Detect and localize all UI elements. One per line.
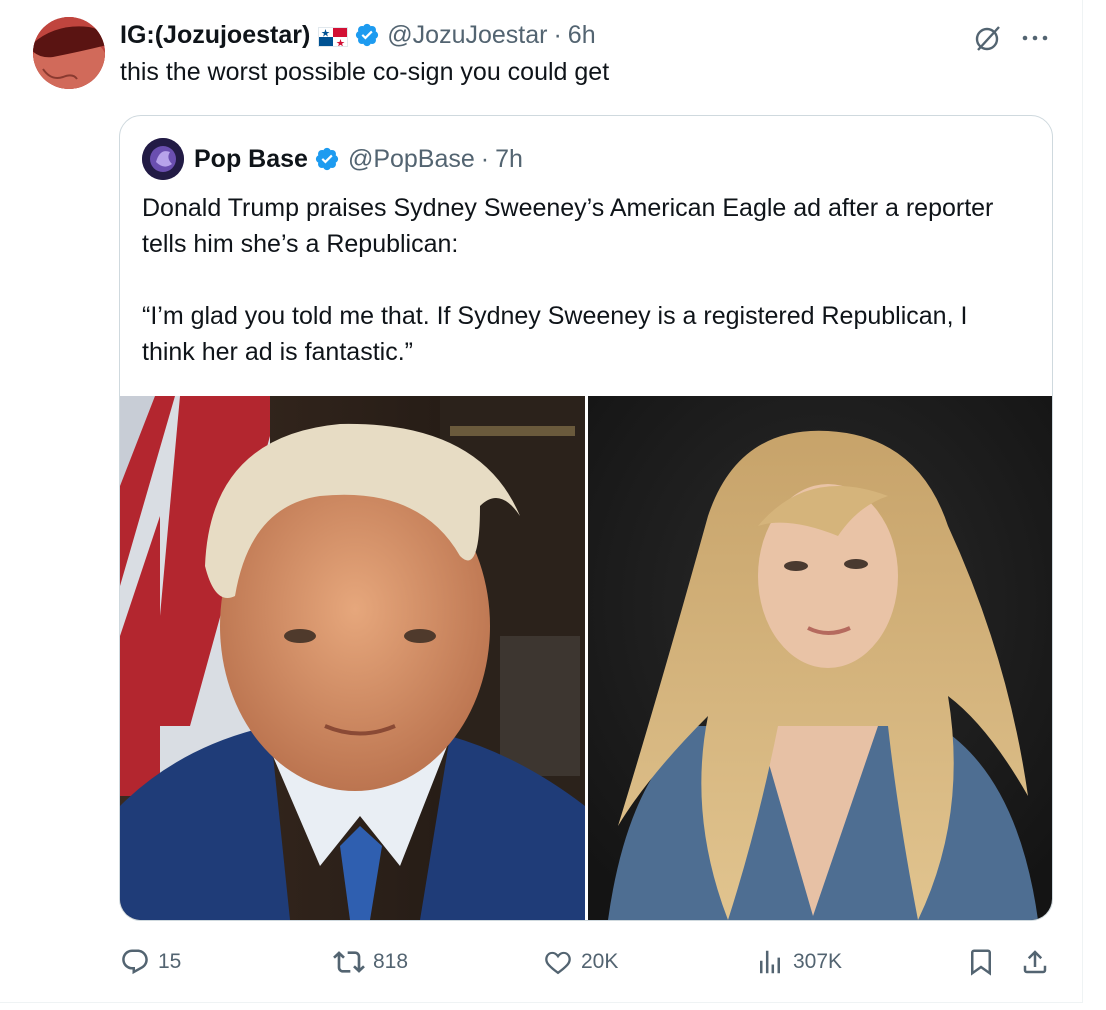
heart-icon (545, 951, 571, 975)
trump-portrait-photo[interactable] (120, 396, 585, 920)
reply-count: 15 (158, 950, 182, 973)
tweet-header: IG:(Jozujoestar) @JozuJoestar · 6h (120, 18, 596, 52)
separator-dot: · (480, 144, 490, 173)
repost-button[interactable]: 818 (333, 940, 408, 984)
quoted-tweet[interactable]: Pop Base @PopBase · 7h Donald Trump prai… (119, 115, 1053, 921)
user-avatar[interactable] (33, 17, 105, 89)
quoted-paragraph: Donald Trump praises Sydney Sweeney’s Am… (142, 194, 994, 258)
quoted-tweet-header: Pop Base @PopBase · 7h (142, 138, 523, 180)
tweet-timestamp[interactable]: 6h (568, 21, 596, 50)
verified-badge-icon[interactable] (354, 22, 380, 48)
sweeney-portrait-photo[interactable] (588, 396, 1052, 920)
user-handle[interactable]: @JozuJoestar (387, 21, 547, 50)
reply-icon (122, 949, 148, 975)
views-count: 307K (793, 950, 843, 973)
like-count: 20K (581, 950, 619, 973)
like-button[interactable]: 20K (543, 940, 618, 984)
tweet-text: this the worst possible co-sign you coul… (120, 58, 610, 86)
grok-icon[interactable] (972, 22, 1004, 54)
display-name[interactable]: IG:(Jozujoestar) (120, 21, 310, 50)
more-options-icon[interactable] (1020, 26, 1050, 50)
quoted-paragraph: “I’m glad you told me that. If Sydney Sw… (142, 302, 968, 366)
repost-icon (333, 951, 365, 973)
panama-flag-icon (318, 25, 349, 47)
bookmark-icon (971, 949, 991, 976)
analytics-icon (760, 950, 780, 974)
share-icon (1023, 950, 1047, 974)
share-button[interactable] (1020, 940, 1058, 984)
quoted-handle[interactable]: @PopBase (348, 145, 475, 174)
repost-count: 818 (373, 950, 409, 973)
views-button[interactable]: 307K (755, 940, 842, 984)
reply-button[interactable]: 15 (120, 940, 181, 984)
tweet-actions-bar: 15 818 20K 307K (0, 940, 1082, 984)
pop-base-avatar[interactable] (142, 138, 184, 180)
quoted-tweet-text: Donald Trump praises Sydney Sweeney’s Am… (142, 190, 1022, 370)
red-beret-avatar-icon (33, 17, 105, 89)
quoted-timestamp[interactable]: 7h (495, 145, 523, 174)
tweet-card[interactable]: IG:(Jozujoestar) @JozuJoestar · 6h this … (0, 0, 1083, 1003)
verified-badge-icon[interactable] (314, 146, 340, 172)
bookmark-button[interactable] (966, 940, 1004, 984)
separator-dot: · (553, 20, 562, 49)
quoted-display-name[interactable]: Pop Base (194, 145, 308, 174)
